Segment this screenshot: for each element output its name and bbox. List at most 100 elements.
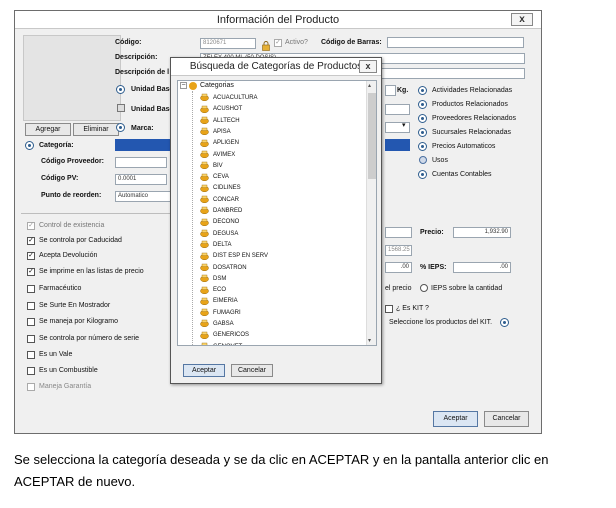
category-folder-icon <box>200 105 209 113</box>
scroll-up-icon[interactable]: ▴ <box>368 82 371 89</box>
kit-select-icon[interactable] <box>500 318 509 327</box>
tree-item[interactable]: GENERICOS <box>200 330 249 341</box>
precio-field[interactable]: 1,932.90 <box>453 227 511 238</box>
scroll-down-icon[interactable]: ▾ <box>368 337 371 344</box>
checkbox-combustible[interactable] <box>27 367 35 375</box>
unidad-base1-label: Unidad Base <box>131 86 174 93</box>
lock-icon <box>262 38 270 51</box>
tree-item[interactable]: FUMAGRI <box>200 308 241 319</box>
checkbox-caducidad[interactable]: ✓ <box>27 237 35 245</box>
kit-checkbox[interactable] <box>385 305 393 313</box>
proveedor-field[interactable] <box>115 157 167 168</box>
checkbox-mostrador[interactable] <box>27 302 35 310</box>
tree-item[interactable]: ALLTECH <box>200 116 240 127</box>
tree-item-label: FUMAGRI <box>213 309 241 316</box>
reorden-field[interactable]: Automatico <box>115 191 171 202</box>
tree-item[interactable]: DANBRED <box>200 206 242 217</box>
dialog-cancelar-button[interactable]: Cancelar <box>231 364 273 377</box>
tree-item[interactable]: ECO <box>200 285 226 296</box>
dialog-aceptar-button[interactable]: Aceptar <box>183 364 225 377</box>
scroll-thumb[interactable] <box>368 93 376 179</box>
costo-field[interactable]: 1568.25 <box>385 245 412 256</box>
precios-icon[interactable] <box>418 142 427 151</box>
activo-label: Activo? <box>285 39 308 46</box>
activo-checkbox[interactable]: ✓ <box>274 39 282 47</box>
tree-item-label: CIDLINES <box>213 185 241 192</box>
unidad-field[interactable] <box>385 85 396 96</box>
proveedores-icon[interactable] <box>418 114 427 123</box>
tree-item[interactable]: ACUSHOT <box>200 104 242 115</box>
sucursales-icon[interactable] <box>418 128 427 137</box>
category-folder-icon <box>200 139 209 147</box>
dialog-close-button[interactable]: x <box>359 60 377 73</box>
side-link-proveedores[interactable]: Proveedores Relacionados <box>432 115 516 122</box>
tree-item[interactable]: CIDLINES <box>200 183 241 194</box>
marca-dropdown-icon[interactable]: ▾ <box>402 121 406 129</box>
tree-item[interactable]: APLIGEN <box>200 138 239 149</box>
tree-root-label[interactable]: Categorias <box>200 82 234 89</box>
tree-item[interactable]: DIST ESP EN SERV <box>200 251 268 262</box>
pv-field[interactable]: 0.0001 <box>115 174 167 185</box>
tree-item[interactable]: DEGUSA <box>200 229 238 240</box>
marca-field[interactable] <box>385 122 410 133</box>
ieps-field[interactable]: .00 <box>453 262 511 273</box>
tree-item[interactable]: CEVA <box>200 172 229 183</box>
tree-collapse-icon[interactable]: − <box>180 82 187 89</box>
categoria-icon[interactable] <box>25 141 34 150</box>
kg-label: Kg. <box>397 87 409 94</box>
checkbox-vale[interactable] <box>27 351 35 359</box>
tree-scrollbar[interactable]: ▴ ▾ <box>366 81 376 345</box>
price-aux-field[interactable] <box>385 227 412 238</box>
checkbox-devolucion[interactable]: ✓ <box>27 252 35 260</box>
checkbox-kilogramo[interactable] <box>27 318 35 326</box>
add-photo-button[interactable]: Agregar <box>25 123 71 136</box>
side-link-sucursales[interactable]: Sucursales Relacionadas <box>432 129 511 136</box>
tree-item-label: GENERICOS <box>213 332 250 339</box>
window-close-button[interactable]: x <box>511 13 533 26</box>
barras-field[interactable] <box>387 37 524 48</box>
tree-item-label: ACUSHOT <box>213 106 243 113</box>
marca-icon[interactable] <box>116 123 125 132</box>
tree-item[interactable]: GABSA <box>200 319 234 330</box>
tree-item[interactable]: ACUACULTURA <box>200 93 258 104</box>
tree-item[interactable]: DOSATRON <box>200 263 247 274</box>
category-folder-icon <box>200 308 209 317</box>
category-folder-icon <box>200 116 209 125</box>
category-folder-icon <box>200 206 209 215</box>
side-link-actividades[interactable]: Actividades Relacionadas <box>432 87 512 94</box>
tree-item[interactable]: APISA <box>200 127 231 138</box>
tree-item[interactable]: CONCAR <box>200 195 239 206</box>
side-link-usos[interactable]: Usos <box>432 157 448 164</box>
tree-item[interactable]: DELTA <box>200 240 231 251</box>
codigo-field[interactable]: 8120671 <box>200 38 256 49</box>
value-field[interactable]: .00 <box>385 262 412 273</box>
side-link-precios[interactable]: Precios Automaticos <box>432 143 495 150</box>
checkbox-garantia[interactable] <box>27 383 35 391</box>
tree-item[interactable]: DECONO <box>200 217 239 228</box>
tree-item[interactable]: DSM <box>200 274 226 285</box>
main-aceptar-button[interactable]: Aceptar <box>433 411 478 427</box>
tree-item-label: CONCAR <box>213 196 240 203</box>
main-cancelar-button[interactable]: Cancelar <box>484 411 529 427</box>
productos-icon[interactable] <box>418 100 427 109</box>
side-link-productos[interactable]: Productos Relacionados <box>432 101 508 108</box>
tree-item[interactable]: AVIMEX <box>200 150 235 161</box>
checkbox-control-existencia[interactable]: ✓ <box>27 222 35 230</box>
side-link-cuentas[interactable]: Cuentas Contables <box>432 171 492 178</box>
ieps-cantidad-radio[interactable] <box>420 284 428 292</box>
categoria-field[interactable] <box>115 139 171 151</box>
tree-item[interactable]: EIMERIA <box>200 296 238 307</box>
unidad2-field[interactable] <box>385 104 410 115</box>
checkbox-listas-precio[interactable]: ✓ <box>27 268 35 276</box>
delete-photo-button[interactable]: Eliminar <box>73 123 119 136</box>
tree-item[interactable]: BIV <box>200 161 223 172</box>
checkbox-numero-serie[interactable] <box>27 335 35 343</box>
tree-item[interactable]: GENOVET <box>200 342 242 345</box>
category-tree[interactable]: − Categorias ACUACULTURA ACUSHOT ALLTECH AP… <box>177 80 377 346</box>
pv-label: Código PV: <box>41 175 79 182</box>
kit-link[interactable]: Seleccione los productos del KIT. <box>389 319 492 326</box>
tree-item-label: DEGUSA <box>213 230 239 237</box>
checkbox-farmaceutico[interactable] <box>27 285 35 293</box>
actividades-icon[interactable] <box>418 86 427 95</box>
cuentas-icon[interactable] <box>418 170 427 179</box>
